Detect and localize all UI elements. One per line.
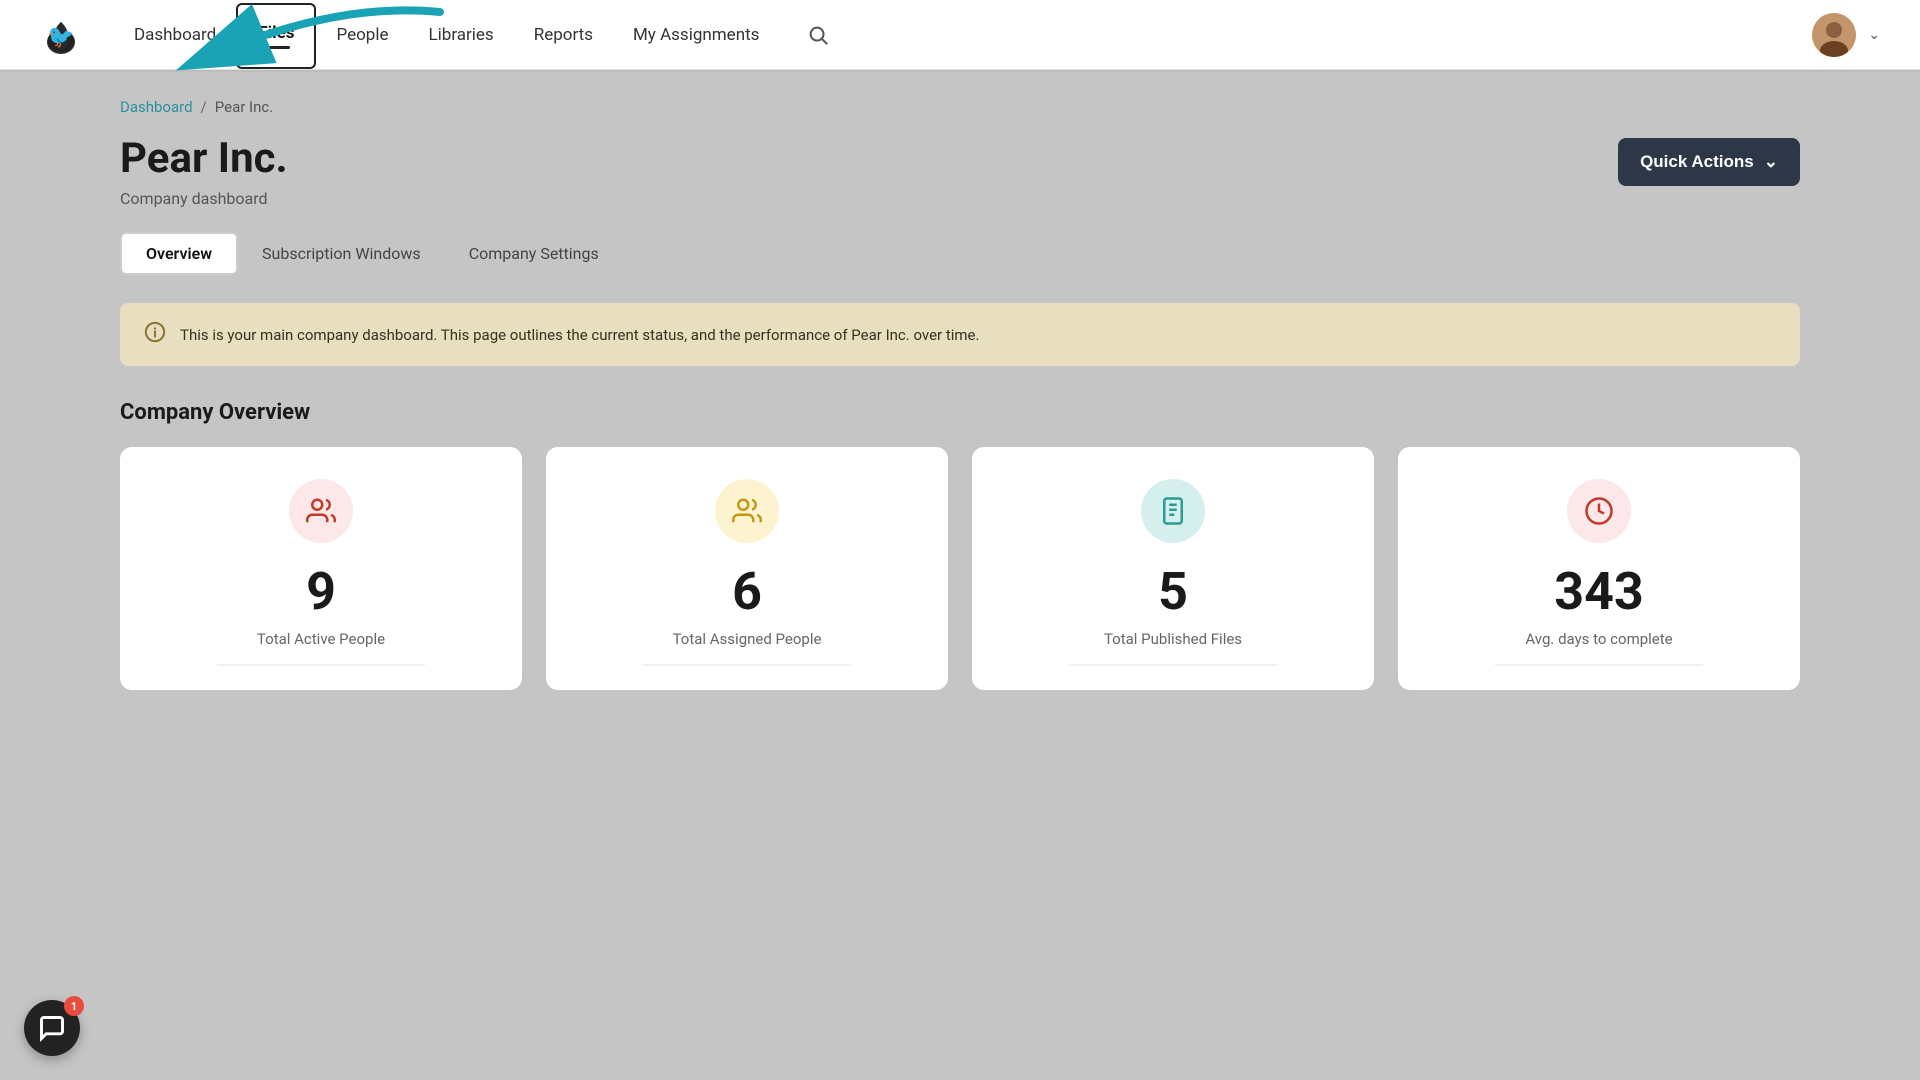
bottom-widget[interactable]: 1 xyxy=(24,1000,80,1056)
breadcrumb-home[interactable]: Dashboard xyxy=(120,98,193,116)
info-banner: This is your main company dashboard. Thi… xyxy=(120,303,1800,366)
files-active-indicator xyxy=(262,46,290,49)
info-banner-text: This is your main company dashboard. Thi… xyxy=(180,326,979,344)
stat-divider-4 xyxy=(1495,664,1703,666)
page-title-section: Pear Inc. Company dashboard xyxy=(120,134,288,208)
page-subtitle: Company dashboard xyxy=(120,189,288,208)
stats-grid: 9 Total Active People 6 Total Assigned P… xyxy=(120,447,1800,690)
stat-card-avg-days: 343 Avg. days to complete xyxy=(1398,447,1800,690)
notification-badge: 1 xyxy=(64,996,84,1016)
quick-actions-chevron: ⌄ xyxy=(1764,152,1778,172)
nav-item-my-assignments[interactable]: My Assignments xyxy=(613,0,779,70)
main-content: Dashboard / Pear Inc. Pear Inc. Company … xyxy=(0,70,1920,690)
stat-divider xyxy=(217,664,425,666)
navbar: 🐦 Dashboard Files People Libraries Repor… xyxy=(0,0,1920,70)
nav-item-people[interactable]: People xyxy=(316,0,408,70)
quick-actions-button[interactable]: Quick Actions ⌄ xyxy=(1618,138,1800,186)
stat-card-active-people: 9 Total Active People xyxy=(120,447,522,690)
svg-text:🐦: 🐦 xyxy=(47,25,74,50)
quick-actions-label: Quick Actions xyxy=(1640,152,1754,172)
brand-logo[interactable]: 🐦 xyxy=(40,14,82,56)
stat-card-assigned-people: 6 Total Assigned People xyxy=(546,447,948,690)
stat-card-published-files: 5 Total Published Files xyxy=(972,447,1374,690)
tab-subscription-windows[interactable]: Subscription Windows xyxy=(238,234,445,273)
bottom-widget-button[interactable]: 1 xyxy=(24,1000,80,1056)
page-title: Pear Inc. xyxy=(120,134,288,183)
page-header: Pear Inc. Company dashboard Quick Action… xyxy=(120,134,1800,208)
nav-item-files[interactable]: Files xyxy=(236,3,316,69)
stat-value-assigned-people: 6 xyxy=(732,561,762,622)
stat-divider-2 xyxy=(643,664,851,666)
user-menu-chevron[interactable]: ⌄ xyxy=(1868,27,1880,43)
search-button[interactable] xyxy=(787,0,849,70)
stat-label-active-people: Total Active People xyxy=(257,630,385,648)
tab-row: Overview Subscription Windows Company Se… xyxy=(120,232,1800,275)
stat-icon-published-files xyxy=(1141,479,1205,543)
stat-icon-avg-days xyxy=(1567,479,1631,543)
section-company-overview: Company Overview xyxy=(120,400,1800,425)
stat-value-published-files: 5 xyxy=(1158,561,1188,622)
stat-icon-active-people xyxy=(289,479,353,543)
stat-value-avg-days: 343 xyxy=(1554,561,1644,622)
nav-item-libraries[interactable]: Libraries xyxy=(409,0,514,70)
stat-icon-assigned-people xyxy=(715,479,779,543)
stat-label-assigned-people: Total Assigned People xyxy=(673,630,822,648)
tab-company-settings[interactable]: Company Settings xyxy=(445,234,623,273)
breadcrumb-current: Pear Inc. xyxy=(215,98,273,116)
stat-label-avg-days: Avg. days to complete xyxy=(1525,630,1672,648)
breadcrumb-separator: / xyxy=(201,98,207,116)
stat-value-active-people: 9 xyxy=(306,561,336,622)
tab-overview[interactable]: Overview xyxy=(120,232,238,275)
info-icon xyxy=(144,321,166,348)
user-avatar[interactable] xyxy=(1812,13,1856,57)
nav-right: ⌄ xyxy=(1812,13,1880,57)
nav-items: Dashboard Files People Libraries Reports… xyxy=(114,0,1812,70)
nav-item-dashboard[interactable]: Dashboard xyxy=(114,0,236,70)
breadcrumb: Dashboard / Pear Inc. xyxy=(120,98,1800,116)
stat-divider-3 xyxy=(1069,664,1277,666)
stat-label-published-files: Total Published Files xyxy=(1104,630,1242,648)
nav-item-reports[interactable]: Reports xyxy=(514,0,613,70)
